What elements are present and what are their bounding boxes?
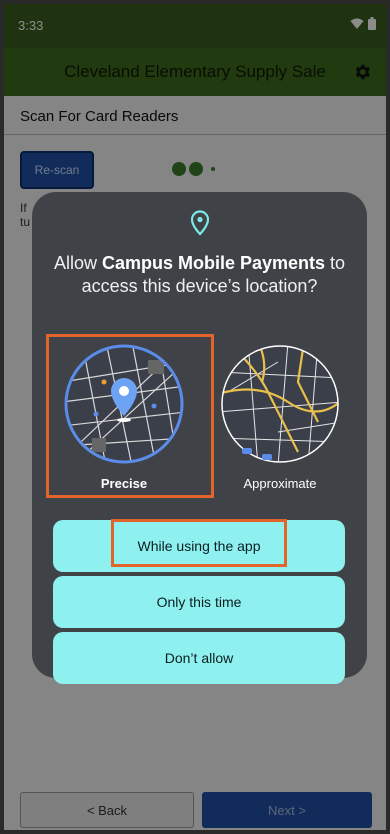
precise-option-label[interactable]: Precise	[62, 476, 186, 491]
location-pin-icon	[190, 210, 210, 236]
dialog-message: Allow Campus Mobile Payments to access t…	[44, 252, 355, 298]
approximate-option-label[interactable]: Approximate	[218, 476, 342, 491]
dialog-app-name: Campus Mobile Payments	[101, 253, 326, 273]
precise-option-highlight	[46, 334, 214, 498]
location-permission-dialog: Allow Campus Mobile Payments to access t…	[32, 192, 367, 684]
approximate-map-icon[interactable]	[218, 342, 342, 466]
while-using-app-highlight	[111, 519, 287, 567]
dialog-message-prefix: Allow	[53, 253, 102, 273]
phone-screen: 3:33 Cleveland Elementary Supply Sale Sc…	[4, 4, 386, 830]
only-this-time-button[interactable]: Only this time	[53, 576, 345, 628]
dont-allow-button[interactable]: Don’t allow	[53, 632, 345, 684]
